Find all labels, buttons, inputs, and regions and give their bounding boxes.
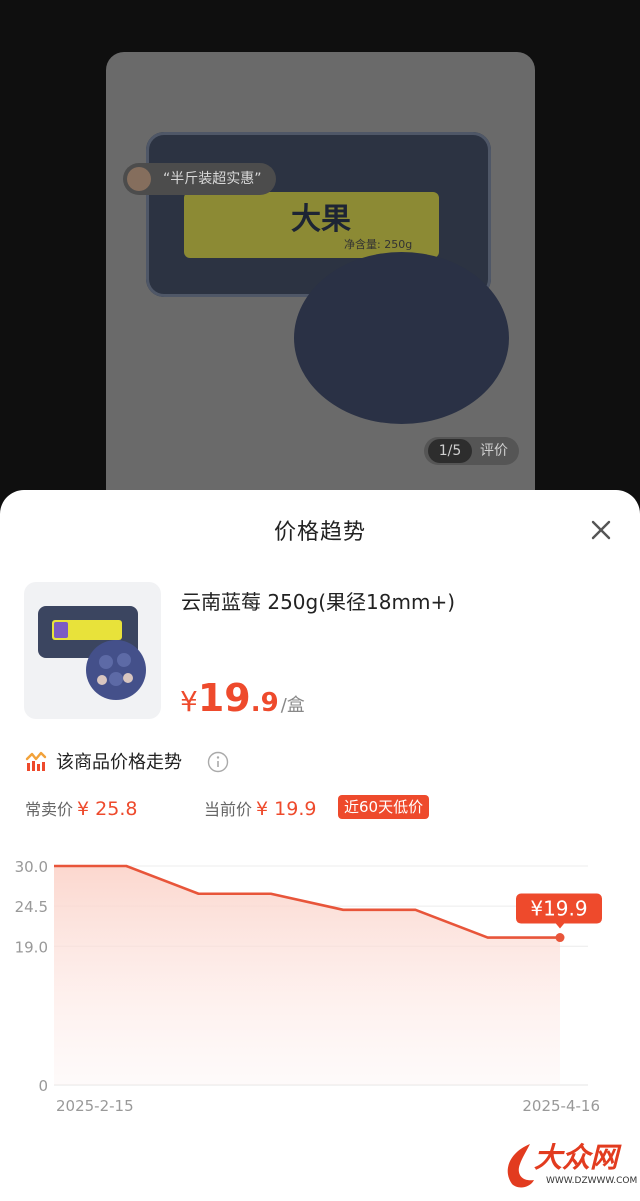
current-price-value: ¥ 19.9 bbox=[256, 798, 317, 820]
review-chip: “半斤装超实惠” bbox=[123, 163, 276, 195]
product-thumbnail bbox=[24, 582, 161, 719]
info-icon[interactable] bbox=[207, 751, 229, 773]
sheet-title: 价格趋势 bbox=[273, 520, 366, 545]
regular-price: 常卖价 ¥ 25.8 bbox=[25, 796, 137, 820]
low-price-badge: 近60天低价 bbox=[338, 795, 430, 819]
trend-title: 该商品价格走势 bbox=[56, 752, 182, 773]
pager-count: 1/5 bbox=[428, 439, 472, 463]
regular-price-value: ¥ 25.8 bbox=[77, 798, 138, 820]
current-price-label: 当前价 bbox=[204, 800, 253, 819]
y-tick-label: 30.0 bbox=[15, 858, 48, 876]
trend-chart-icon bbox=[25, 751, 47, 771]
price-area bbox=[54, 866, 560, 1085]
price-integer: 19 bbox=[197, 676, 251, 720]
price-trend-chart: 0 19.0 24.5 30.0 ¥19.9 2025-2-15 2025-4-16 bbox=[15, 858, 602, 1115]
blueberry-thumbnail-icon bbox=[38, 606, 146, 700]
blueberry-bowl-image bbox=[294, 252, 509, 424]
callout-pointer bbox=[555, 922, 565, 929]
gallery-pager: 1/5 评价 bbox=[424, 437, 519, 465]
pager-review-label: 评价 bbox=[480, 443, 508, 459]
y-tick-label: 19.0 bbox=[15, 938, 48, 956]
current-price-callout-label: ¥19.9 bbox=[530, 897, 587, 921]
price-unit: /盒 bbox=[280, 695, 305, 716]
price-currency: ¥ bbox=[180, 685, 198, 718]
x-tick-label: 2025-2-15 bbox=[56, 1097, 134, 1115]
close-button[interactable] bbox=[583, 512, 619, 548]
product-price: ¥19.9/盒 bbox=[180, 676, 305, 720]
x-tick-label: 2025-4-16 bbox=[522, 1097, 600, 1115]
watermark-url: WWW.DZWWW.COM bbox=[546, 1176, 638, 1186]
price-trend-sheet: 价格趋势 云南蓝莓 250g(果径18mm+) ¥19.9/盒 该商品价格走势 … bbox=[0, 490, 640, 1201]
package-label-weight: 净含量: 250g bbox=[344, 238, 413, 251]
watermark-text: 大众网 bbox=[534, 1141, 619, 1174]
product-name: 云南蓝莓 250g(果径18mm+) bbox=[181, 590, 456, 614]
review-chip-text: “半斤装超实惠” bbox=[163, 171, 262, 187]
y-tick-label: 24.5 bbox=[15, 898, 48, 916]
price-decimal: .9 bbox=[250, 688, 279, 718]
y-tick-label: 0 bbox=[38, 1077, 48, 1095]
site-watermark: 大众网 WWW.DZWWW.COM bbox=[500, 1136, 637, 1196]
avatar bbox=[127, 167, 151, 191]
close-icon bbox=[591, 520, 611, 540]
package-label-title: 大果 bbox=[291, 202, 351, 237]
current-price-point bbox=[555, 933, 565, 943]
current-price: 当前价 ¥ 19.9 bbox=[204, 796, 316, 820]
regular-price-label: 常卖价 bbox=[25, 800, 74, 819]
